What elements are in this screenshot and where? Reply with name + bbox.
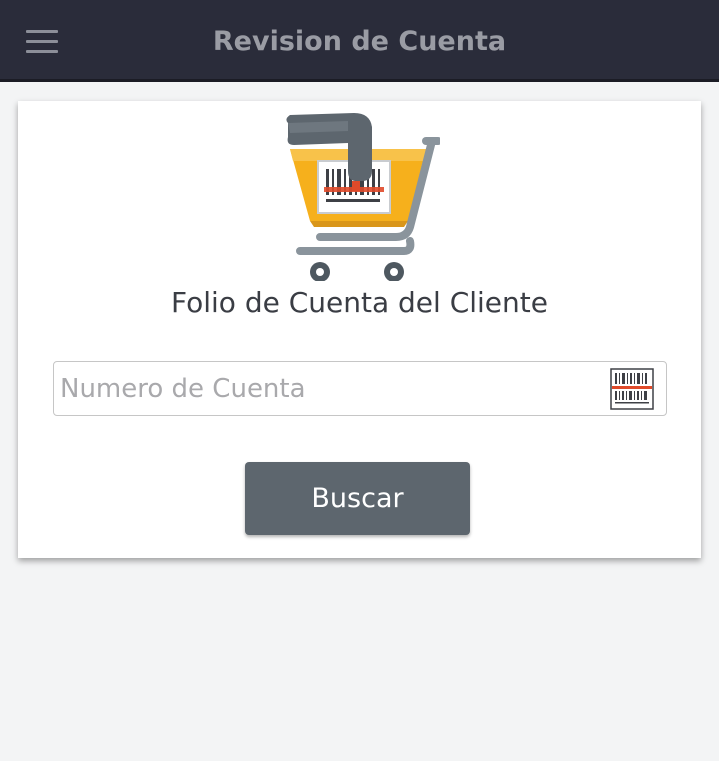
app-title: Revision de Cuenta (212, 26, 507, 57)
barcode-scan-icon[interactable] (610, 368, 654, 410)
account-search-card: Folio de Cuenta del Cliente Numero de Cu… (18, 101, 701, 558)
shopping-cart-barcode-scanner-icon (286, 113, 440, 281)
app-bar: Revision de Cuenta (0, 0, 719, 82)
account-number-field (53, 361, 667, 416)
search-button[interactable]: Buscar (245, 462, 470, 535)
card-title: Folio de Cuenta del Cliente (170, 286, 548, 319)
account-number-input[interactable] (60, 368, 600, 410)
